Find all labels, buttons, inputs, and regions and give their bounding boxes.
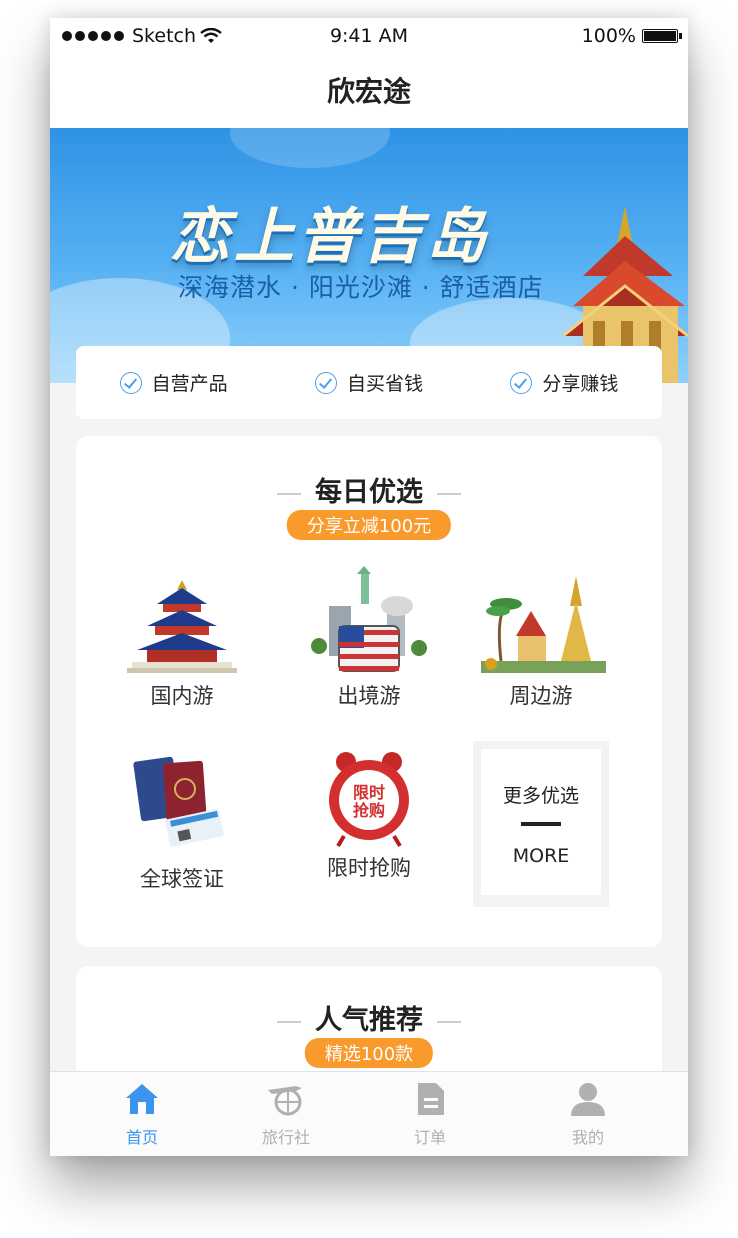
thai-temple-icon <box>481 576 606 673</box>
alarm-clock-icon: 限时 抢购 <box>329 752 409 848</box>
battery-percent: 100% <box>581 25 636 47</box>
feature-label: 自买省钱 <box>346 373 423 395</box>
more-picks-button[interactable]: 更多优选 MORE <box>473 741 609 907</box>
battery-icon <box>642 29 682 43</box>
check-circle-icon <box>119 371 142 394</box>
document-icon <box>418 1083 444 1115</box>
check-circle-icon <box>510 371 533 394</box>
banner-subline: 深海潜水 · 阳光沙滩 · 舒适酒店 <box>178 273 544 302</box>
popular-badge: 精选100款 <box>304 1038 434 1068</box>
popular-section-title: 人气推荐 <box>76 998 662 1037</box>
feature-item: 自买省钱 <box>314 369 423 396</box>
daily-section-title: 每日优选 <box>76 470 662 509</box>
passport-icon <box>133 756 224 847</box>
tab-mine[interactable]: 我的 <box>538 1082 638 1148</box>
promo-banner[interactable]: 恋上普吉岛 深海潜水 · 阳光沙滩 · 舒适酒店 <box>50 128 688 383</box>
banner-headline: 恋上普吉岛 <box>170 202 490 272</box>
more-picks-title: 更多优选 <box>502 785 579 807</box>
user-icon <box>571 1083 605 1116</box>
category-label: 限时抢购 <box>327 856 411 880</box>
category-domestic[interactable]: 国内游 <box>107 576 257 710</box>
category-flash-sale[interactable]: 限时 抢购 限时抢购 <box>294 748 444 882</box>
page-title: 欣宏途 <box>326 75 411 108</box>
svg-text:抢购: 抢购 <box>353 801 385 820</box>
tab-home[interactable]: 首页 <box>92 1082 192 1148</box>
feature-item: 自营产品 <box>119 369 228 396</box>
tab-label: 我的 <box>571 1128 604 1147</box>
airplane-globe-icon <box>268 1086 302 1116</box>
daily-picks-card: 每日优选 分享立减100元 国内游 出境游 周边游 全球签证 限时 抢购 限时抢… <box>76 436 662 947</box>
category-visa[interactable]: 全球签证 <box>107 754 257 893</box>
category-label: 出境游 <box>337 684 401 708</box>
status-bar: Sketch 9:41 AM 100% <box>50 18 688 54</box>
check-circle-icon <box>314 371 337 394</box>
phone-screen: Sketch 9:41 AM 100% 欣宏途 恋上普吉岛 深海潜水 · 阳光沙… <box>50 18 688 1156</box>
category-label: 国内游 <box>150 684 214 708</box>
tab-label: 订单 <box>413 1128 446 1147</box>
home-icon <box>126 1084 158 1114</box>
feature-label: 分享赚钱 <box>542 373 619 395</box>
more-picks-inner: 更多优选 MORE <box>481 749 601 895</box>
daily-badge: 分享立减100元 <box>286 510 452 540</box>
svg-text:限时: 限时 <box>353 783 385 802</box>
category-nearby[interactable]: 周边游 <box>466 576 616 710</box>
tab-orders[interactable]: 订单 <box>380 1082 480 1148</box>
tab-bar: 首页 旅行社 订单 我的 <box>50 1071 688 1156</box>
navigation-bar: 欣宏途 <box>50 54 688 128</box>
temple-of-heaven-icon <box>127 580 237 673</box>
tab-label: 首页 <box>125 1128 158 1147</box>
status-right: 100% <box>581 25 682 47</box>
category-label: 周边游 <box>509 684 573 708</box>
tab-travel-agency[interactable]: 旅行社 <box>236 1082 336 1148</box>
feature-bar: 自营产品 自买省钱 分享赚钱 <box>76 346 662 419</box>
category-label: 全球签证 <box>140 867 224 891</box>
tab-label: 旅行社 <box>261 1128 310 1147</box>
feature-item: 分享赚钱 <box>510 369 618 396</box>
more-picks-subtitle: MORE <box>512 845 570 867</box>
world-landmarks-icon <box>311 566 427 672</box>
category-outbound[interactable]: 出境游 <box>294 566 444 710</box>
feature-label: 自营产品 <box>151 373 228 395</box>
more-divider <box>521 822 561 826</box>
